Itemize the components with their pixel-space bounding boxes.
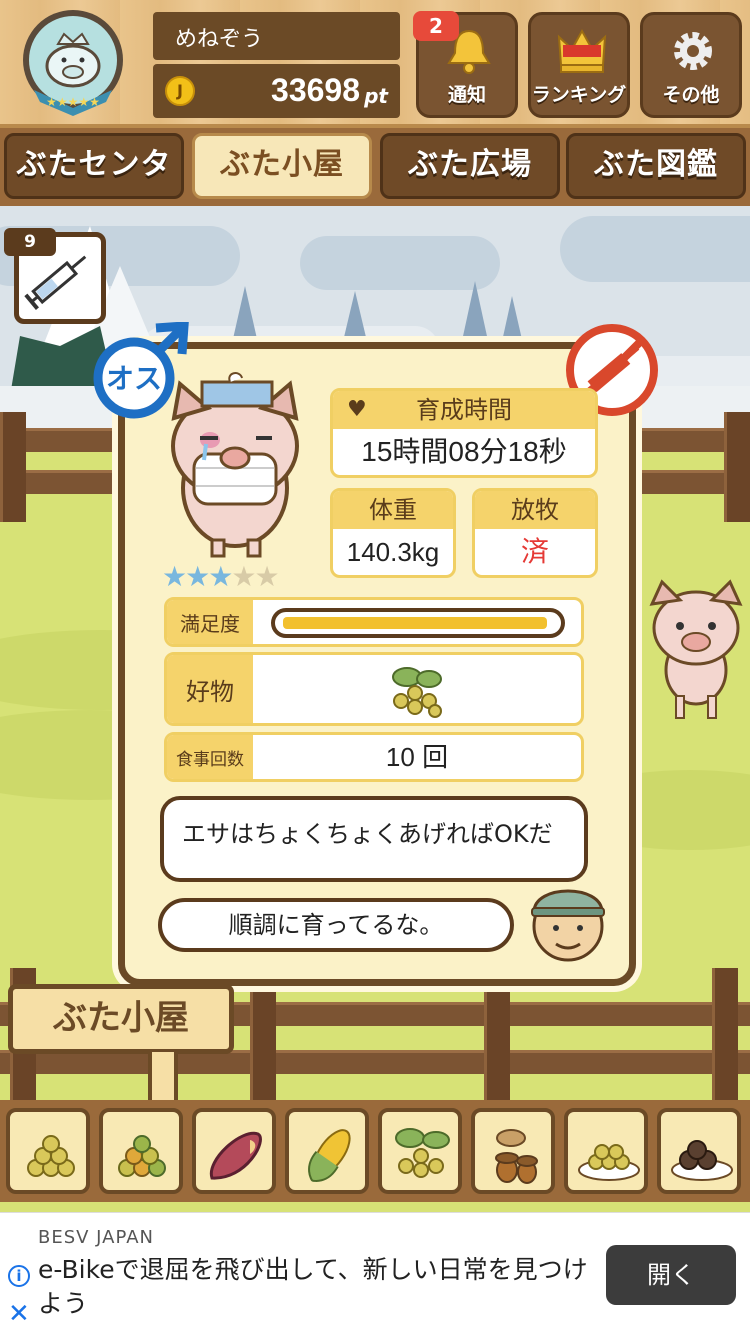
soybean-pile-icon — [27, 1135, 75, 1177]
comment-text: 順調に育ってるな。 — [228, 911, 444, 939]
growth-time-value: 15時間08分18秒 — [361, 436, 567, 467]
fence-post — [0, 412, 26, 522]
soybean-plant-icon — [395, 1128, 450, 1178]
favorite-label: 好物 — [167, 655, 253, 723]
points-value: 33698 — [271, 72, 360, 108]
food-slot-sweet-potato[interactable] — [192, 1108, 276, 1194]
tip-text: エサはちょくちょくあげればOKだ — [182, 820, 553, 848]
food-selection-bar — [0, 1100, 750, 1202]
notification-button[interactable]: 2 通知 — [413, 11, 518, 118]
gender-label: オス — [106, 362, 162, 395]
favorite-food-row: 好物 — [164, 652, 584, 726]
ranking-button[interactable]: ランキング — [528, 12, 630, 118]
gear-icon — [674, 32, 712, 70]
fence-post — [484, 968, 510, 1108]
meal-count-label: 食事回数 — [167, 735, 253, 779]
player-name: めねぞう — [153, 12, 400, 60]
fence-post — [250, 968, 276, 1108]
star-empty-icon: ★ — [231, 560, 256, 593]
fence-post — [712, 968, 738, 1108]
food-slot-mixed-beans[interactable] — [99, 1108, 183, 1194]
acorn-icon — [495, 1129, 538, 1184]
coin-icon: J — [165, 76, 195, 106]
points-display: J 33698 pt — [153, 64, 400, 118]
other-button[interactable]: その他 — [640, 12, 742, 118]
star-empty-icon: ★ — [254, 560, 279, 593]
tab-buta-koya[interactable]: ぶた小屋 — [192, 133, 372, 199]
satisfaction-row: 満足度 — [164, 597, 584, 647]
food-slot-beans-plate[interactable] — [564, 1108, 648, 1194]
ranking-label: ランキング — [531, 84, 627, 106]
sweet-potato-icon — [209, 1131, 262, 1180]
syringe-count-badge: 9 — [4, 228, 56, 256]
meal-count-value: 10 回 — [385, 742, 449, 772]
ad-banner[interactable]: BESV JAPAN i ✕ e-Bikeで退屈を飛び出して、新しい日常を見つけ… — [0, 1212, 750, 1334]
mixed-beans-icon — [118, 1135, 166, 1177]
location-sign: ぶた小屋 — [8, 984, 234, 1054]
food-slot-soybean-plant[interactable] — [378, 1108, 462, 1194]
weight-box: 体重 140.3kg — [330, 488, 456, 578]
notification-count-badge: 2 — [413, 11, 459, 41]
tab-buta-zukan[interactable]: ぶた図鑑 — [566, 133, 746, 199]
player-rank-badge-icon[interactable]: ★★★★★ — [14, 8, 132, 118]
food-slot-soybean-pile[interactable] — [6, 1108, 90, 1194]
ad-brand: BESV JAPAN — [38, 1227, 154, 1248]
dark-balls-plate-icon — [671, 1140, 733, 1181]
heart-icon: ♥ — [347, 397, 367, 422]
weight-label: 体重 — [333, 491, 453, 529]
satisfaction-meter — [271, 608, 565, 638]
grazing-box: 放牧 済 — [472, 488, 598, 578]
satisfaction-label: 満足度 — [167, 600, 253, 644]
pig-rating-stars: ★★★★★ — [162, 560, 280, 593]
crown-icon — [557, 28, 607, 73]
beans-plate-icon — [578, 1144, 640, 1181]
farmer-face-icon — [531, 889, 605, 962]
top-header: ★★★★★ めねぞう J 33698 pt 2 通知 ランキング その他 — [0, 0, 750, 128]
sick-pig-icon[interactable] — [160, 368, 310, 558]
grazing-value: 済 — [520, 536, 549, 567]
food-slot-acorn[interactable] — [471, 1108, 555, 1194]
growth-time-header: ♥ 育成時間 — [333, 391, 595, 429]
points-unit: pt — [364, 84, 388, 108]
tab-buta-hiroba[interactable]: ぶた広場 — [380, 133, 560, 199]
tip-speech-bubble: エサはちょくちょくあげればOKだ — [160, 796, 588, 882]
wandering-pig-icon[interactable] — [642, 578, 750, 720]
tab-buta-center[interactable]: ぶたセンター — [4, 133, 184, 240]
growth-time-box: ♥ 育成時間 15時間08分18秒 — [330, 388, 598, 478]
star-filled-icon: ★ — [162, 560, 187, 593]
main-tabs: ぶたセンター ぶた小屋 ぶた広場 ぶた図鑑 — [0, 128, 750, 240]
meal-count-row: 食事回数 10 回 — [164, 732, 584, 782]
star-filled-icon: ★ — [185, 560, 210, 593]
soybean-icon — [392, 667, 442, 718]
svg-text:★★★★★: ★★★★★ — [46, 95, 100, 109]
satisfaction-meter-fill — [283, 617, 548, 629]
growth-time-label: 育成時間 — [416, 396, 512, 424]
food-slot-corn[interactable] — [285, 1108, 369, 1194]
fence-post — [724, 412, 750, 522]
ad-close-icon[interactable]: ✕ — [8, 1301, 30, 1327]
food-slot-dark-balls-plate[interactable] — [657, 1108, 741, 1194]
star-filled-icon: ★ — [208, 560, 233, 593]
corn-icon — [308, 1129, 351, 1182]
grazing-label: 放牧 — [475, 491, 595, 529]
other-label: その他 — [662, 84, 720, 106]
weight-value: 140.3kg — [346, 537, 440, 567]
notification-label: 通知 — [447, 84, 486, 106]
ad-info-icon[interactable]: i — [8, 1265, 30, 1287]
comment-speech-bubble: 順調に育ってるな。 — [158, 898, 514, 952]
ad-text: e-Bikeで退屈を飛び出して、新しい日常を見つけよう — [38, 1255, 588, 1318]
ad-open-button[interactable]: 開く — [606, 1245, 736, 1305]
